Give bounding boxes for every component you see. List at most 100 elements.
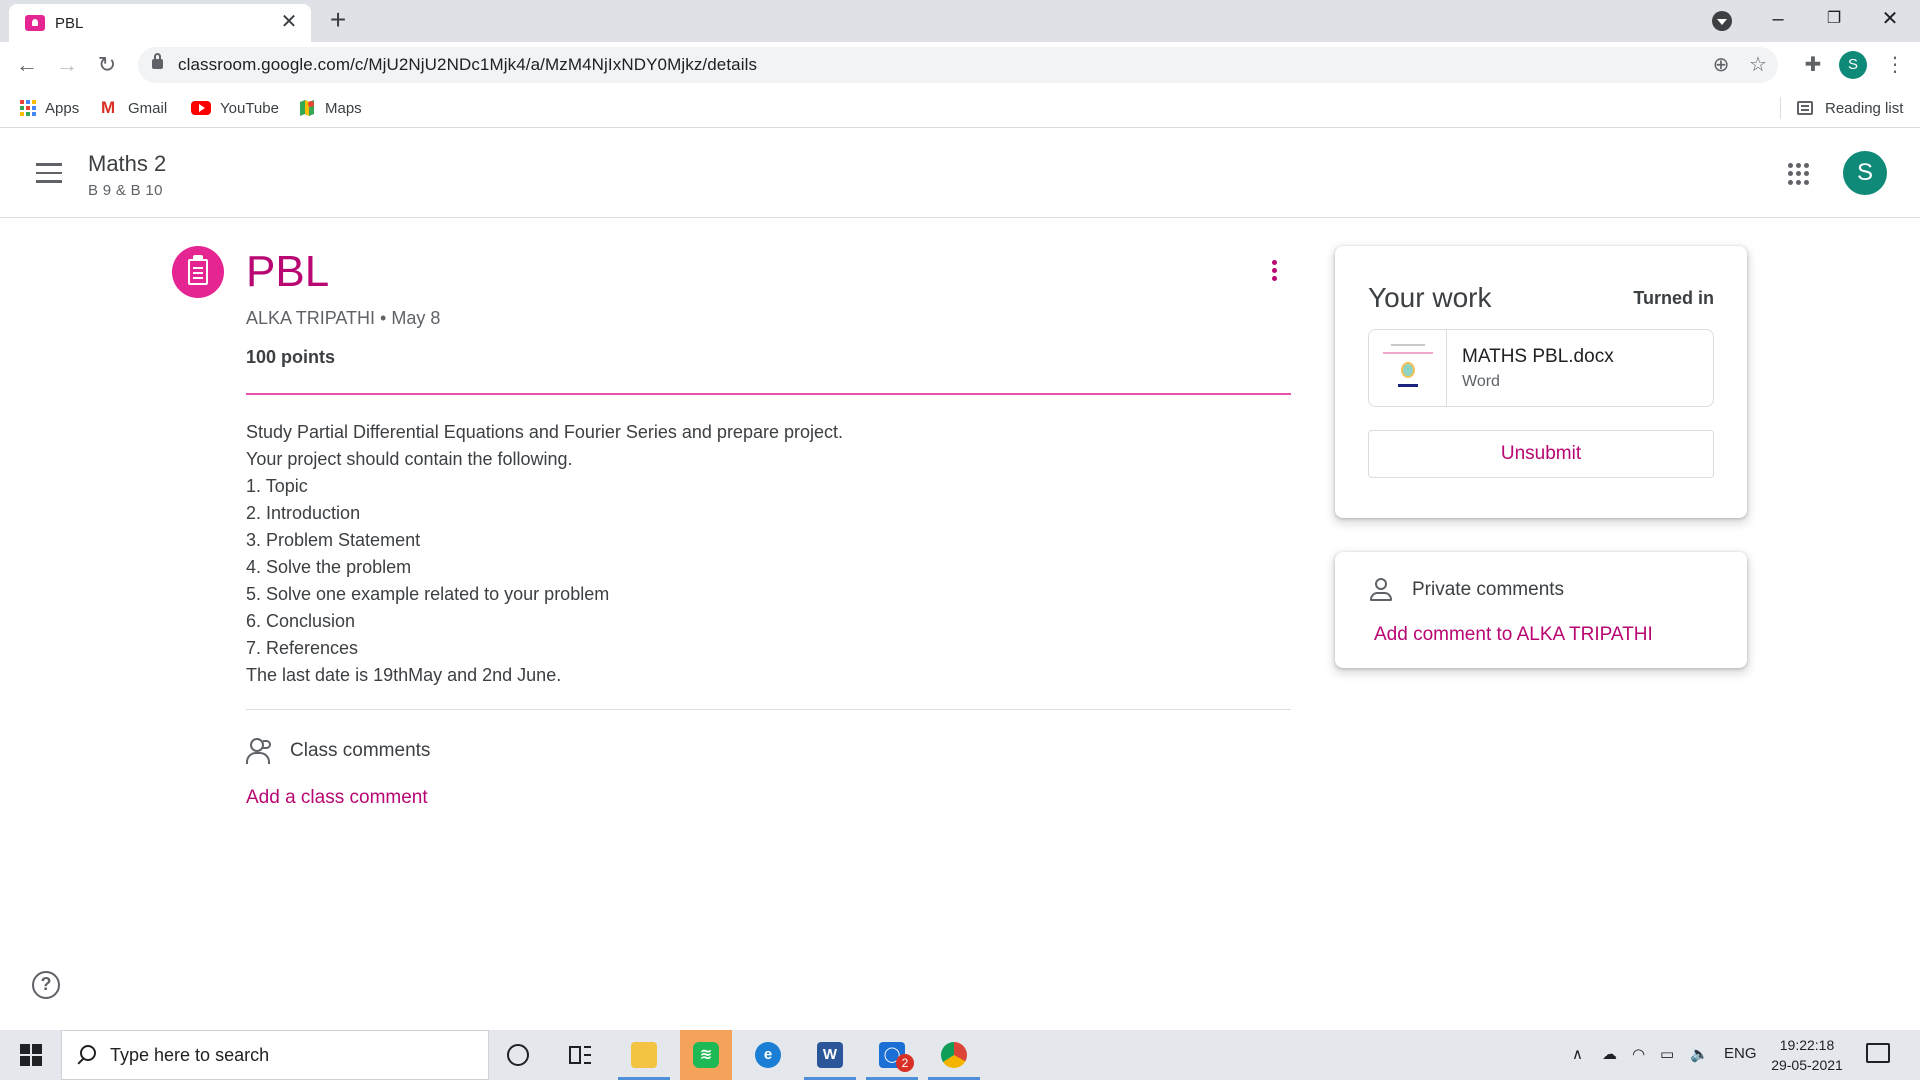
description-line: Study Partial Differential Equations and…: [246, 422, 843, 442]
browser-toolbar: ← → ↻ classroom.google.com/c/MjU2NjU2NDc…: [0, 42, 1920, 88]
windows-taskbar: Type here to search ≋ e W ◯ 2 ∧ ☁ ◠ ▭ 🔈 …: [0, 1030, 1920, 1080]
close-tab-icon[interactable]: ✕: [277, 10, 301, 34]
notifications-icon[interactable]: [1866, 1043, 1890, 1063]
taskbar-search-box[interactable]: Type here to search: [61, 1030, 489, 1080]
new-tab-button[interactable]: +: [323, 6, 353, 36]
assignment-points: 100 points: [246, 347, 336, 367]
document-thumbnail: [1369, 330, 1447, 406]
classroom-favicon-icon: [25, 15, 45, 31]
taskbar-spotify[interactable]: ≋: [680, 1030, 732, 1080]
reading-list-label: Reading list: [1825, 99, 1904, 117]
title-divider: [246, 393, 1291, 395]
task-view-icon[interactable]: [569, 1046, 591, 1064]
account-avatar[interactable]: S: [1843, 151, 1887, 195]
cortana-icon[interactable]: [507, 1044, 529, 1066]
apps-grid-icon: [20, 100, 36, 116]
unsubmit-button[interactable]: Unsubmit: [1368, 430, 1714, 478]
show-hidden-icons[interactable]: ∧: [1572, 1045, 1583, 1063]
assignment-more-options-icon[interactable]: [1262, 258, 1286, 288]
bookmark-label: Apps: [45, 99, 80, 117]
taskbar-edge[interactable]: e: [742, 1030, 794, 1080]
private-comments-label: Private comments: [1412, 579, 1565, 600]
google-apps-icon[interactable]: [1788, 163, 1810, 185]
bookmark-maps[interactable]: Maps: [298, 97, 362, 119]
file-explorer-icon: [631, 1042, 657, 1068]
classroom-header: Maths 2 B 9 & B 10 S: [0, 128, 1920, 218]
restore-window-button[interactable]: ❐: [1806, 0, 1862, 40]
bookmarks-bar: Apps M Gmail YouTube Maps Reading list: [0, 88, 1920, 128]
taskbar-file-explorer[interactable]: [618, 1030, 670, 1080]
forward-button[interactable]: →: [52, 51, 82, 81]
assignment-meta: ALKA TRIPATHI • May 8: [246, 308, 441, 328]
address-bar[interactable]: classroom.google.com/c/MjU2NjU2NDc1Mjk4/…: [138, 47, 1778, 83]
onedrive-icon[interactable]: ☁: [1602, 1045, 1617, 1063]
taskbar-word[interactable]: W: [804, 1030, 856, 1080]
description-line: The last date is 19thMay and 2nd June.: [246, 665, 562, 685]
close-window-button[interactable]: ✕: [1862, 0, 1918, 40]
submission-status: Turned in: [1633, 288, 1714, 308]
chrome-menu-icon[interactable]: ⋮: [1885, 51, 1905, 79]
browser-tab-strip: PBL ✕ + – ❐ ✕: [0, 0, 1920, 42]
class-title[interactable]: Maths 2: [88, 151, 166, 177]
reading-list-button[interactable]: Reading list: [1780, 97, 1903, 119]
url-text[interactable]: classroom.google.com/c/MjU2NjU2NDc1Mjk4/…: [178, 55, 757, 75]
main-menu-icon[interactable]: [36, 163, 62, 183]
taskbar-search-placeholder: Type here to search: [110, 1045, 270, 1065]
windows-start-icon[interactable]: [10, 1042, 50, 1068]
attachment-type: Word: [1462, 373, 1500, 390]
language-indicator[interactable]: ENG: [1724, 1045, 1757, 1062]
word-icon: W: [817, 1042, 843, 1068]
description-line: 4. Solve the problem: [246, 557, 412, 577]
private-comments-header: Private comments: [1370, 578, 1564, 602]
your-work-card: Your work Turned in MATHS PBL.docx Word …: [1335, 246, 1747, 518]
private-comments-card: Private comments Add comment to ALKA TRI…: [1335, 552, 1747, 668]
your-work-title: Your work: [1368, 282, 1492, 313]
reading-list-icon: [1797, 101, 1813, 115]
people-icon: [246, 738, 278, 764]
assignment-title: PBL: [246, 247, 330, 296]
edge-icon: e: [755, 1042, 781, 1068]
volume-icon[interactable]: 🔈: [1690, 1045, 1709, 1063]
reload-button[interactable]: ↻: [92, 51, 122, 81]
description-line: 3. Problem Statement: [246, 530, 421, 550]
bookmark-youtube[interactable]: YouTube: [191, 97, 279, 119]
taskbar-whatsapp[interactable]: ◯ 2: [866, 1030, 918, 1080]
bookmark-star-icon[interactable]: ☆: [1745, 52, 1771, 78]
bookmark-label: YouTube: [220, 99, 279, 117]
attachment-chip[interactable]: MATHS PBL.docx Word: [1368, 329, 1714, 407]
battery-icon[interactable]: ▭: [1660, 1045, 1674, 1063]
add-class-comment-link[interactable]: Add a class comment: [246, 787, 428, 809]
description-line: Your project should contain the followin…: [246, 449, 573, 469]
tab-title: PBL: [55, 15, 84, 32]
bookmark-label: Gmail: [128, 99, 168, 117]
network-icon[interactable]: ◠: [1632, 1045, 1645, 1063]
help-icon[interactable]: ?: [32, 971, 60, 999]
gmail-icon: M: [101, 98, 116, 117]
clock-date: 29-05-2021: [1771, 1057, 1843, 1073]
notification-badge: 2: [896, 1054, 914, 1072]
tab-search-icon[interactable]: [1712, 11, 1732, 31]
class-section: B 9 & B 10: [88, 182, 163, 199]
minimize-window-button[interactable]: –: [1750, 0, 1806, 40]
back-button[interactable]: ←: [12, 51, 42, 81]
system-clock[interactable]: 19:22:18 29-05-2021: [1762, 1035, 1852, 1075]
assignment-description: Study Partial Differential Equations and…: [246, 419, 843, 689]
extensions-puzzle-icon[interactable]: ✚: [1799, 51, 1827, 79]
clock-time: 19:22:18: [1779, 1037, 1835, 1053]
spotify-icon: ≋: [693, 1042, 719, 1068]
chrome-profile-avatar[interactable]: S: [1839, 51, 1867, 79]
bookmark-gmail[interactable]: M Gmail: [101, 97, 167, 119]
taskbar-chrome[interactable]: [928, 1030, 980, 1080]
lock-icon[interactable]: [152, 53, 163, 69]
description-line: 6. Conclusion: [246, 611, 356, 631]
chrome-icon: [941, 1042, 967, 1068]
comments-divider: [246, 709, 1291, 710]
person-icon: [1370, 578, 1392, 602]
browser-tab-pbl[interactable]: PBL ✕: [9, 4, 311, 42]
bookmark-label: Maps: [325, 99, 362, 117]
class-comments-label: Class comments: [290, 740, 431, 761]
bookmark-apps[interactable]: Apps: [20, 97, 79, 119]
zoom-icon[interactable]: ⊕: [1708, 52, 1734, 78]
description-line: 1. Topic: [246, 476, 308, 496]
add-private-comment-link[interactable]: Add comment to ALKA TRIPATHI: [1374, 624, 1653, 646]
